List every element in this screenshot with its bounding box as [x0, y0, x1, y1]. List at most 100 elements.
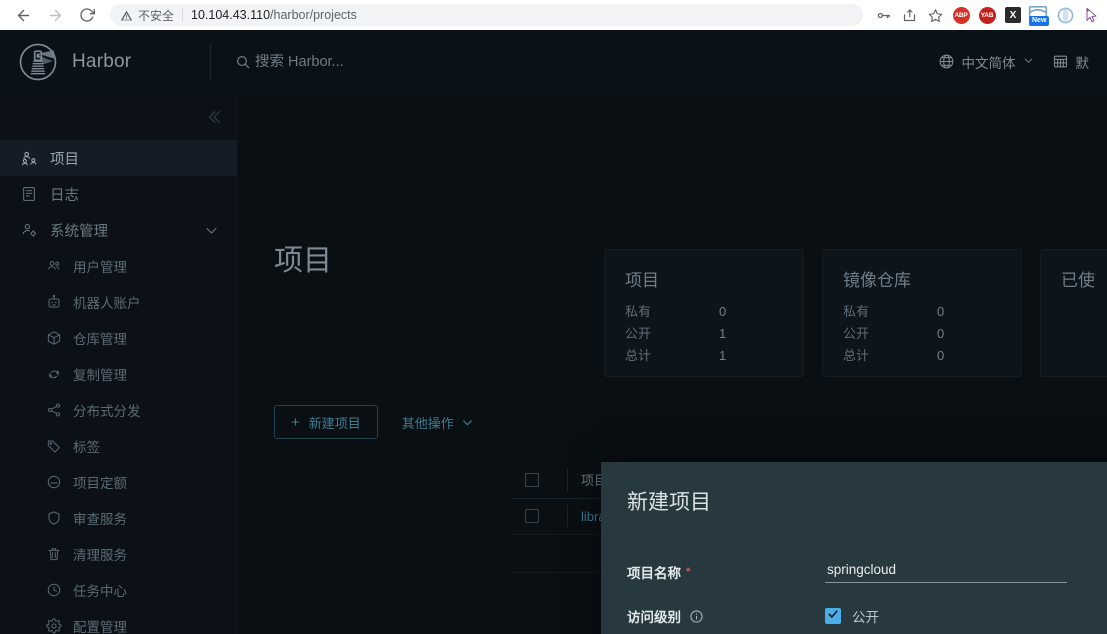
omnibox-divider: [182, 8, 184, 22]
form-row-project-name: 项目名称 *: [627, 560, 1107, 583]
sidebar-item-registries[interactable]: 仓库管理: [0, 320, 237, 356]
brand-logo-area[interactable]: Harbor: [0, 42, 210, 82]
password-key-icon[interactable]: [871, 3, 895, 27]
header-right-controls: 中文简体 默: [938, 52, 1107, 72]
row-checkbox[interactable]: [525, 509, 539, 523]
browser-extensions-tray: ABP YAB X New: [871, 3, 1107, 27]
global-search[interactable]: [235, 53, 938, 70]
sidebar-item-robot-accounts[interactable]: 机器人账户: [0, 284, 237, 320]
share-icon[interactable]: [897, 3, 921, 27]
yandex-label: YAB: [980, 11, 994, 19]
tasks-clock-icon: [46, 582, 62, 598]
stat-value: 0: [719, 304, 727, 319]
search-input[interactable]: [255, 53, 495, 70]
public-checkbox[interactable]: [825, 608, 841, 624]
sidebar-sub-label: 项目定额: [73, 476, 127, 491]
stat-card-storage: 已使: [1040, 249, 1107, 377]
access-level-label: 访问级别: [627, 606, 825, 626]
stat-card-title: 已使: [1061, 271, 1095, 290]
stat-card-title: 镜像仓库: [843, 271, 911, 290]
stat-card-projects: 项目 私有 0 公开 1 总计 1: [604, 249, 804, 377]
distribution-icon: [46, 402, 62, 418]
sidebar-sub-label: 分布式分发: [73, 404, 141, 419]
cursor-extension-icon[interactable]: [1079, 3, 1103, 27]
sidebar-item-project-quotas[interactable]: 项目定额: [0, 464, 237, 500]
sidebar-sub-label: 机器人账户: [73, 296, 141, 311]
select-all-checkbox-cell[interactable]: [511, 462, 553, 499]
language-selector[interactable]: 中文简体: [938, 52, 1034, 72]
sidebar-item-configuration[interactable]: 配置管理: [0, 608, 237, 634]
trash-icon: [46, 546, 62, 562]
stat-key: 私有: [843, 304, 870, 319]
globe-icon: [938, 53, 955, 70]
sidebar-item-replications[interactable]: 复制管理: [0, 356, 237, 392]
stat-row: 总计 0: [843, 345, 1001, 367]
project-name-input[interactable]: [825, 560, 1067, 583]
sidebar-item-projects[interactable]: 项目: [0, 140, 237, 176]
select-all-checkbox[interactable]: [525, 472, 539, 487]
quota-icon: [46, 474, 62, 490]
sidebar-item-users[interactable]: 用户管理: [0, 248, 237, 284]
chevron-down-icon: [461, 416, 474, 429]
sidebar-item-garbage-collection[interactable]: 清理服务: [0, 536, 237, 572]
search-icon: [235, 54, 251, 70]
registry-icon: [46, 330, 62, 346]
bookmark-star-icon[interactable]: [923, 3, 947, 27]
logs-icon: [20, 185, 38, 203]
stat-row: 私有 0: [843, 301, 1001, 323]
x-extension-icon[interactable]: X: [1001, 3, 1025, 27]
double-chevron-left-icon[interactable]: [205, 108, 223, 126]
sidebar-sub-label: 清理服务: [73, 548, 127, 563]
reload-icon[interactable]: [74, 2, 100, 28]
sidebar-sub-label: 仓库管理: [73, 332, 127, 347]
browser-toolbar: 不安全 10.104.43.110/harbor/projects ABP YA…: [0, 0, 1107, 30]
sidebar-sub-label: 审查服务: [73, 512, 127, 527]
back-arrow-icon[interactable]: [10, 2, 36, 28]
main-content: 项目 项目 私有 0 公开 1 总计 1 镜像仓库 私有 0 公开 0 总计 0…: [238, 94, 1107, 634]
sidebar-collapse-row[interactable]: [0, 94, 237, 140]
stat-key: 公开: [843, 326, 870, 341]
app-header: Harbor 中文简体 默: [0, 30, 1107, 94]
plus-icon: +: [291, 413, 300, 431]
sidebar-item-distribution[interactable]: 分布式分发: [0, 392, 237, 428]
required-asterisk: *: [686, 565, 691, 578]
gear-icon: [46, 618, 62, 634]
stat-row: 总计 1: [625, 345, 783, 367]
new-project-button[interactable]: + 新建项目: [274, 405, 378, 439]
security-status-label: 不安全: [138, 8, 175, 23]
sidebar-item-job-service-dashboard[interactable]: 任务中心: [0, 572, 237, 608]
label-tag-icon: [46, 438, 62, 454]
sidebar-item-administration[interactable]: 系统管理: [0, 212, 237, 248]
theme-selector[interactable]: 默: [1052, 52, 1090, 72]
shield-scan-icon: [46, 510, 62, 526]
stat-value: 1: [719, 348, 727, 363]
adblock-plus-extension-icon[interactable]: ABP: [949, 3, 973, 27]
label-text: 访问级别: [627, 610, 681, 625]
opera-extension-icon[interactable]: [1053, 3, 1077, 27]
info-circle-icon[interactable]: [689, 609, 704, 624]
address-bar[interactable]: 不安全 10.104.43.110/harbor/projects: [110, 4, 863, 26]
robot-icon: [46, 294, 62, 310]
other-actions-button[interactable]: 其他操作: [402, 413, 474, 432]
new-tab-extension-icon[interactable]: New: [1027, 3, 1051, 27]
stat-row: 公开 0: [843, 323, 1001, 345]
theme-label: 默: [1075, 55, 1090, 71]
row-checkbox-cell[interactable]: [511, 498, 553, 535]
stat-row: 公开 1: [625, 323, 783, 345]
sidebar-item-logs[interactable]: 日志: [0, 176, 237, 212]
modal-title: 新建项目: [627, 491, 711, 514]
theme-icon: [1052, 53, 1069, 70]
sidebar-item-labels[interactable]: 标签: [0, 428, 237, 464]
stat-value: 1: [719, 326, 727, 341]
chevron-down-icon[interactable]: [204, 223, 219, 238]
stat-row: 私有 0: [625, 301, 783, 323]
url-text: 10.104.43.110/harbor/projects: [191, 8, 357, 22]
users-icon: [46, 258, 62, 274]
yandex-extension-icon[interactable]: YAB: [975, 3, 999, 27]
sidebar-item-interrogation-services[interactable]: 审查服务: [0, 500, 237, 536]
page-title: 项目: [274, 245, 333, 277]
stat-value: 0: [937, 348, 945, 363]
stat-card-title: 项目: [625, 271, 659, 290]
forward-arrow-icon[interactable]: [42, 2, 68, 28]
sidebar-sub-label: 用户管理: [73, 260, 127, 275]
